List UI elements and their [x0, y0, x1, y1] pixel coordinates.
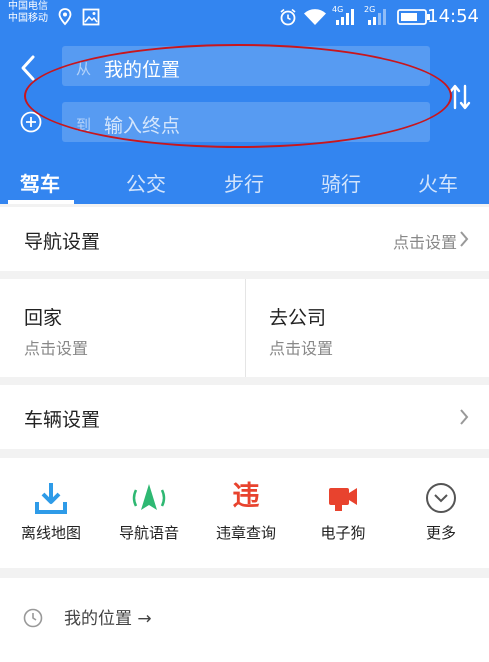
- navigation-voice-button[interactable]: 导航语音: [100, 480, 198, 560]
- more-chevron-icon: [426, 483, 456, 513]
- battery-icon: [397, 9, 430, 25]
- carrier-labels: 中国电信 中国移动: [8, 1, 48, 25]
- work-shortcut[interactable]: 去公司 点击设置: [245, 279, 489, 377]
- route-history-item[interactable]: 我的位置 →: [0, 578, 489, 662]
- home-hint: 点击设置: [24, 339, 89, 358]
- annotation-oval: [24, 44, 452, 148]
- clock-time: 14:54: [427, 6, 479, 27]
- more-label: 更多: [425, 524, 456, 542]
- gallery-icon: [82, 8, 100, 26]
- back-arrow-icon[interactable]: [18, 54, 38, 82]
- tab-bike[interactable]: 骑行: [321, 168, 361, 197]
- tab-walk[interactable]: 步行: [224, 168, 264, 197]
- speed-camera-label: 电子狗: [320, 524, 366, 542]
- violation-icon: 违: [232, 481, 260, 512]
- home-title: 回家: [24, 307, 63, 329]
- more-button[interactable]: 更多: [392, 480, 489, 560]
- wifi-icon: [304, 9, 326, 25]
- speed-camera-button[interactable]: 电子狗: [294, 480, 392, 560]
- active-tab-indicator: [8, 200, 74, 204]
- chevron-right-icon: [460, 231, 469, 247]
- violation-query-button[interactable]: 违 违章查询: [197, 480, 295, 560]
- clock-icon: [23, 608, 43, 628]
- home-shortcut[interactable]: 回家 点击设置: [0, 279, 244, 377]
- signal-icon-2: [368, 9, 386, 25]
- history-text: 我的位置 →: [64, 609, 152, 629]
- navigation-settings-hint: 点击设置: [392, 233, 457, 252]
- navigation-settings-title: 导航设置: [24, 231, 101, 253]
- navigation-voice-label: 导航语音: [118, 524, 179, 542]
- tab-train[interactable]: 火车: [418, 168, 458, 197]
- carrier-1: 中国电信: [8, 1, 48, 12]
- offline-map-label: 离线地图: [20, 524, 81, 542]
- alarm-icon: [280, 8, 296, 26]
- tab-drive[interactable]: 驾车: [20, 168, 60, 197]
- tab-bus[interactable]: 公交: [126, 168, 166, 197]
- home-work-shortcuts: 回家 点击设置 去公司 点击设置: [0, 279, 489, 377]
- status-bar: 中国电信 中国移动 4G 2G 14:54: [0, 0, 489, 34]
- root: { "status_bar": { "carrier_1": "中国电信", "…: [0, 0, 489, 662]
- download-icon: [35, 483, 67, 514]
- work-title: 去公司: [269, 307, 327, 329]
- navigation-voice-icon: [132, 484, 166, 510]
- vehicle-settings-row[interactable]: 车辆设置: [0, 385, 489, 449]
- carrier-2: 中国移动: [8, 13, 48, 24]
- navigation-settings-row[interactable]: 导航设置 点击设置: [0, 207, 489, 271]
- violation-query-label: 违章查询: [215, 524, 276, 542]
- vehicle-settings-title: 车辆设置: [24, 409, 101, 431]
- camera-icon: [329, 488, 357, 511]
- quick-actions: 离线地图 导航语音 违 违章查询 电子狗 更多: [0, 458, 489, 568]
- route-header: 从 我的位置 到 输入终点 驾车 公交 步行 骑行 火车: [0, 34, 489, 204]
- offline-map-button[interactable]: 离线地图: [2, 480, 100, 560]
- signal-icon-1: [336, 9, 354, 25]
- chevron-right-icon: [460, 409, 469, 425]
- location-icon: [58, 8, 72, 26]
- transport-tabs: 驾车 公交 步行 骑行 火车: [0, 160, 489, 204]
- work-hint: 点击设置: [269, 339, 334, 358]
